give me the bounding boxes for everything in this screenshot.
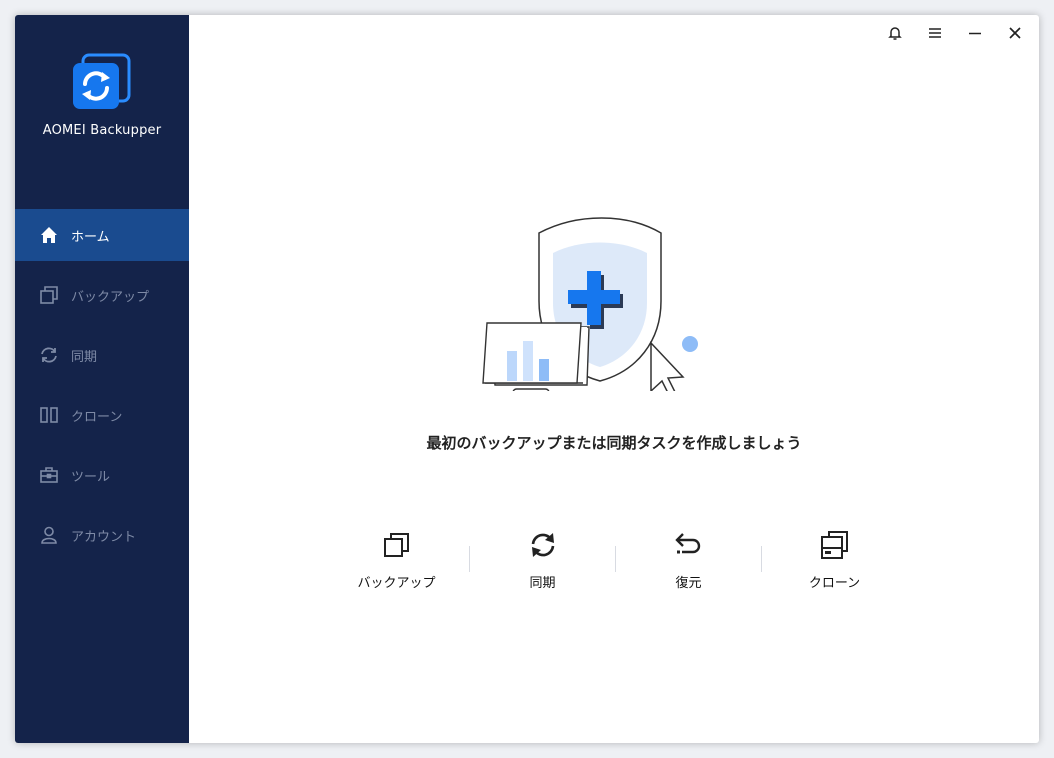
sidebar-item-sync[interactable]: 同期 xyxy=(15,329,189,381)
sidebar: AOMEI Backupper ホーム バックアップ 同期 クローン ツール ア… xyxy=(15,15,189,743)
brand: AOMEI Backupper xyxy=(15,15,189,209)
action-label: バックアップ xyxy=(357,576,436,591)
clone-icon xyxy=(39,405,59,425)
sidebar-item-label: クローン xyxy=(71,409,123,425)
sync-icon xyxy=(526,528,560,562)
bell-icon xyxy=(887,25,903,45)
backup-action-button[interactable]: バックアップ xyxy=(324,528,469,591)
hamburger-icon xyxy=(927,25,943,45)
restore-action-button[interactable]: 復元 xyxy=(616,528,761,591)
clone-action-button[interactable]: クローン xyxy=(762,528,907,591)
sync-action-button[interactable]: 同期 xyxy=(470,528,615,591)
empty-state-prompt: 最初のバックアップまたは同期タスクを作成しましょう xyxy=(426,434,802,452)
action-label: 復元 xyxy=(675,576,702,591)
home-icon xyxy=(39,225,59,245)
hero-illustration xyxy=(477,211,727,399)
copy-icon xyxy=(39,285,59,305)
sidebar-item-label: 同期 xyxy=(71,349,98,365)
minimize-button[interactable] xyxy=(963,25,987,45)
main-panel: 最初のバックアップまたは同期タスクを作成しましょう バックアップ 同期 復元 ク… xyxy=(189,15,1039,743)
sidebar-item-label: ツール xyxy=(71,469,111,485)
menu-button[interactable] xyxy=(923,25,947,45)
app-logo-icon xyxy=(71,53,133,115)
sidebar-item-home[interactable]: ホーム xyxy=(15,209,189,261)
sidebar-item-clone[interactable]: クローン xyxy=(15,389,189,441)
sidebar-item-tools[interactable]: ツール xyxy=(15,449,189,501)
window-controls xyxy=(883,25,1027,45)
sidebar-item-label: バックアップ xyxy=(71,289,150,305)
app-window: AOMEI Backupper ホーム バックアップ 同期 クローン ツール ア… xyxy=(15,15,1039,743)
app-name: AOMEI Backupper xyxy=(42,123,162,138)
sidebar-item-backup[interactable]: バックアップ xyxy=(15,269,189,321)
action-label: クローン xyxy=(808,576,861,591)
notification-button[interactable] xyxy=(883,25,907,45)
quick-actions: バックアップ 同期 復元 クローン xyxy=(324,528,907,591)
minimize-icon xyxy=(967,25,983,45)
sidebar-item-label: アカウント xyxy=(71,529,137,545)
copy-icon xyxy=(380,528,414,562)
user-icon xyxy=(39,525,59,545)
sync-icon xyxy=(39,345,59,365)
clone-drive-icon xyxy=(818,528,852,562)
action-label: 同期 xyxy=(529,576,556,591)
close-icon xyxy=(1007,25,1023,45)
sidebar-item-label: ホーム xyxy=(71,229,110,245)
toolbox-icon xyxy=(39,465,59,485)
close-button[interactable] xyxy=(1003,25,1027,45)
undo-icon xyxy=(672,528,706,562)
sidebar-item-account[interactable]: アカウント xyxy=(15,509,189,561)
